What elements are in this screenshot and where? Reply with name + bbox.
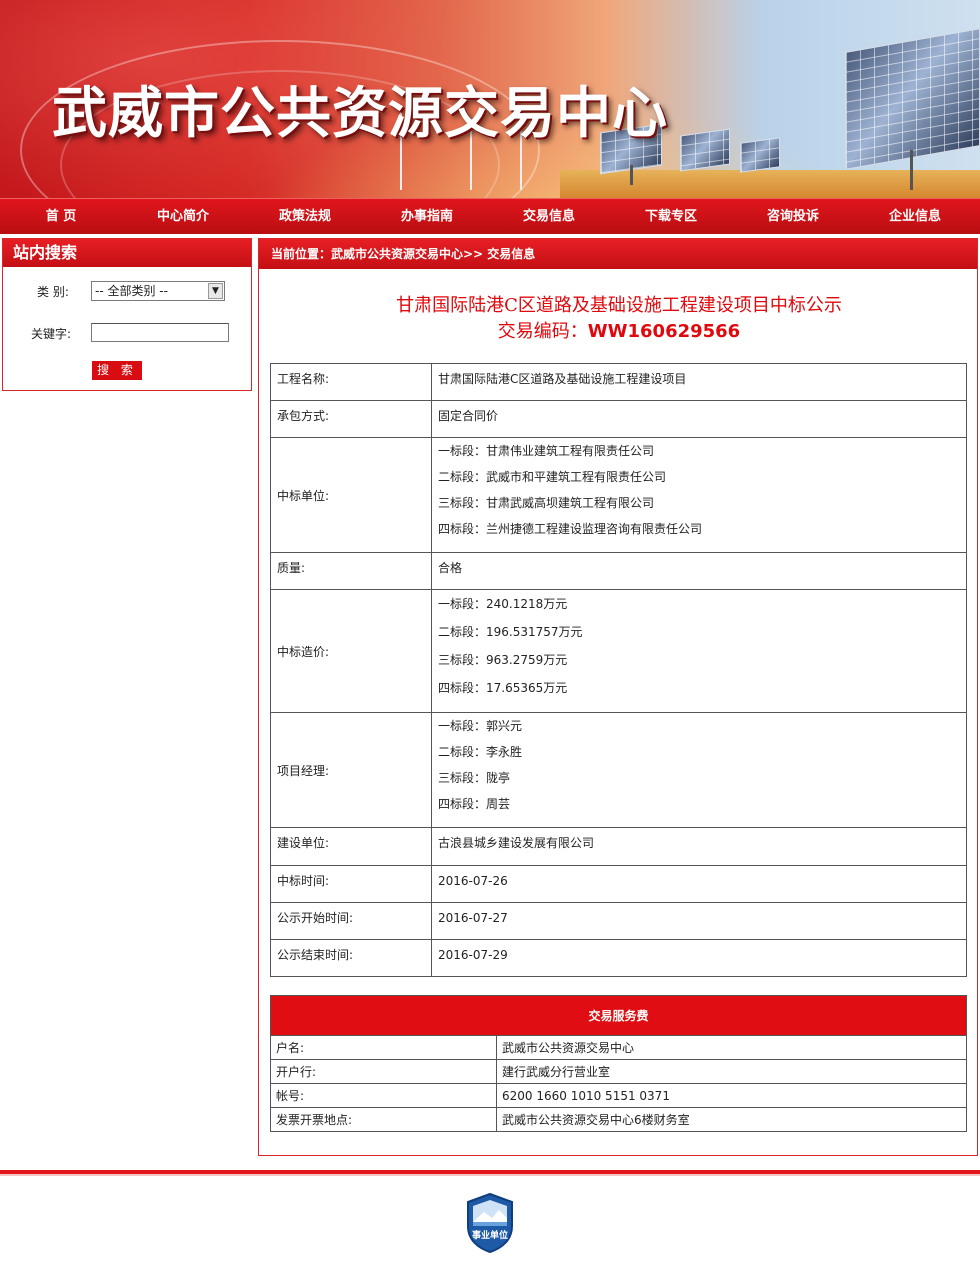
- list-item: 二标段：196.531757万元: [438, 625, 583, 639]
- account-name-label: 户名:: [270, 1035, 497, 1060]
- publicity-start-value: 2016-07-27: [431, 902, 967, 940]
- project-name-label: 工程名称:: [270, 363, 432, 401]
- site-search-box: 站内搜索 类 别: -- 全部类别 -- ▼ 关键字: 搜 索: [2, 238, 252, 391]
- nav-item-consult[interactable]: 咨询投诉: [732, 199, 854, 234]
- award-time-value: 2016-07-26: [431, 865, 967, 903]
- project-name-value: 甘肃国际陆港C区道路及基础设施工程建设项目: [431, 363, 967, 401]
- table-row: 工程名称: 甘肃国际陆港C区道路及基础设施工程建设项目: [270, 363, 967, 401]
- solar-panel: [740, 137, 780, 173]
- page-title: 甘肃国际陆港C区道路及基础设施工程建设项目中标公示: [396, 295, 842, 316]
- list-item: 四标段：周芸: [438, 797, 511, 811]
- table-row: 建设单位: 古浪县城乡建设发展有限公司: [270, 827, 967, 866]
- list-item: 三标段：陇亭: [438, 771, 511, 785]
- manager-list: 一标段：郭兴元 二标段：李永胜 三标段：陇亭 四标段：周芸: [431, 712, 967, 828]
- nav-item-enterprise[interactable]: 企业信息: [854, 199, 976, 234]
- public-institution-badge-icon[interactable]: 事业单位: [464, 1192, 516, 1254]
- list-item: 一标段：甘肃伟业建筑工程有限责任公司: [438, 444, 655, 458]
- list-item: 二标段：李永胜: [438, 745, 523, 759]
- category-select-value: -- 全部类别 --: [95, 284, 168, 298]
- table-row: 中标造价: 一标段：240.1218万元 二标段：196.531757万元 三标…: [270, 589, 967, 713]
- table-row: 帐号: 6200 1660 1010 5151 0371: [270, 1083, 967, 1108]
- table-row: 质量: 合格: [270, 552, 967, 590]
- builder-label: 建设单位:: [270, 827, 432, 866]
- list-item: 三标段：甘肃武威高坝建筑工程有限公司: [438, 496, 655, 510]
- list-item: 四标段：17.65365万元: [438, 681, 568, 695]
- category-select[interactable]: -- 全部类别 -- ▼: [91, 281, 225, 301]
- category-label: 类 别:: [37, 285, 69, 299]
- nav-item-about[interactable]: 中心简介: [122, 199, 244, 234]
- award-time-label: 中标时间:: [270, 865, 432, 903]
- nav-item-policy[interactable]: 政策法规: [244, 199, 366, 234]
- quality-label: 质量:: [270, 552, 432, 590]
- publicity-end-label: 公示结束时间:: [270, 939, 432, 977]
- contract-value: 固定合同价: [431, 400, 967, 438]
- table-row: 中标单位: 一标段：甘肃伟业建筑工程有限责任公司 二标段：武威市和平建筑工程有限…: [270, 437, 967, 553]
- trade-code-label: 交易编码：: [497, 321, 588, 342]
- list-item: 二标段：武威市和平建筑工程有限责任公司: [438, 470, 667, 484]
- publicity-end-value: 2016-07-29: [431, 939, 967, 977]
- nav-item-download[interactable]: 下载专区: [610, 199, 732, 234]
- list-item: 一标段：郭兴元: [438, 719, 523, 733]
- table-row: 开户行: 建行武威分行营业室: [270, 1059, 967, 1084]
- nav-item-trading[interactable]: 交易信息: [488, 199, 610, 234]
- solar-panel: [845, 28, 980, 170]
- content-panel: 当前位置：武威市公共资源交易中心>> 交易信息 甘肃国际陆港C区道路及基础设施工…: [258, 238, 978, 1156]
- list-item: 四标段：兰州捷德工程建设监理咨询有限责任公司: [438, 522, 703, 536]
- breadcrumb: 当前位置：武威市公共资源交易中心>> 交易信息: [259, 239, 977, 269]
- quality-value: 合格: [431, 552, 967, 590]
- solar-panel: [680, 128, 730, 172]
- trade-code-value: WW160629566: [587, 321, 741, 342]
- table-row: 承包方式: 固定合同价: [270, 400, 967, 438]
- table-row: 公示结束时间: 2016-07-29: [270, 939, 967, 977]
- winner-label: 中标单位:: [270, 437, 432, 553]
- trade-code: 交易编码：WW160629566: [259, 317, 979, 343]
- table-header-row: 交易服务费: [270, 995, 967, 1036]
- builder-value: 古浪县城乡建设发展有限公司: [431, 827, 967, 866]
- table-row: 项目经理: 一标段：郭兴元 二标段：李永胜 三标段：陇亭 四标段：周芸: [270, 712, 967, 828]
- invoice-location-label: 发票开票地点:: [270, 1107, 497, 1132]
- service-fee-table: 交易服务费 户名: 武威市公共资源交易中心 开户行: 建行武威分行营业室 帐号:…: [270, 995, 967, 1132]
- bank-label: 开户行:: [270, 1059, 497, 1084]
- price-label: 中标造价:: [270, 589, 432, 713]
- banner-ground: [560, 170, 980, 198]
- publicity-start-label: 公示开始时间:: [270, 902, 432, 940]
- solar-pole: [630, 165, 633, 185]
- invoice-location-value: 武威市公共资源交易中心6楼财务室: [496, 1107, 967, 1132]
- keyword-label: 关键字:: [31, 327, 72, 341]
- account-number-value: 6200 1660 1010 5151 0371: [496, 1083, 967, 1108]
- nav-item-home[interactable]: 首 页: [0, 199, 122, 234]
- site-title: 武威市公共资源交易中心: [52, 81, 669, 145]
- award-details-table: 工程名称: 甘肃国际陆港C区道路及基础设施工程建设项目 承包方式: 固定合同价 …: [270, 363, 967, 977]
- site-banner: 武威市公共资源交易中心: [0, 0, 980, 198]
- main-nav: 首 页 中心简介 政策法规 办事指南 交易信息 下载专区 咨询投诉 企业信息: [0, 198, 980, 234]
- footer-divider-shadow: [0, 1174, 980, 1176]
- table-row: 中标时间: 2016-07-26: [270, 865, 967, 903]
- service-fee-title: 交易服务费: [270, 995, 967, 1036]
- winner-list: 一标段：甘肃伟业建筑工程有限责任公司 二标段：武威市和平建筑工程有限责任公司 三…: [431, 437, 967, 553]
- nav-item-guide[interactable]: 办事指南: [366, 199, 488, 234]
- manager-label: 项目经理:: [270, 712, 432, 828]
- account-name-value: 武威市公共资源交易中心: [496, 1035, 967, 1060]
- search-button[interactable]: 搜 索: [92, 361, 142, 380]
- bank-value: 建行武威分行营业室: [496, 1059, 967, 1084]
- price-list: 一标段：240.1218万元 二标段：196.531757万元 三标段：963.…: [431, 589, 967, 713]
- badge-text: 事业单位: [472, 1229, 508, 1241]
- account-number-label: 帐号:: [270, 1083, 497, 1108]
- search-box-title: 站内搜索: [3, 239, 251, 267]
- table-row: 户名: 武威市公共资源交易中心: [270, 1035, 967, 1060]
- table-row: 发票开票地点: 武威市公共资源交易中心6楼财务室: [270, 1107, 967, 1132]
- list-item: 三标段：963.2759万元: [438, 653, 568, 667]
- table-row: 公示开始时间: 2016-07-27: [270, 902, 967, 940]
- keyword-input[interactable]: [91, 323, 229, 342]
- contract-label: 承包方式:: [270, 400, 432, 438]
- list-item: 一标段：240.1218万元: [438, 597, 568, 611]
- chevron-down-icon[interactable]: ▼: [208, 283, 223, 299]
- solar-pole: [910, 150, 913, 190]
